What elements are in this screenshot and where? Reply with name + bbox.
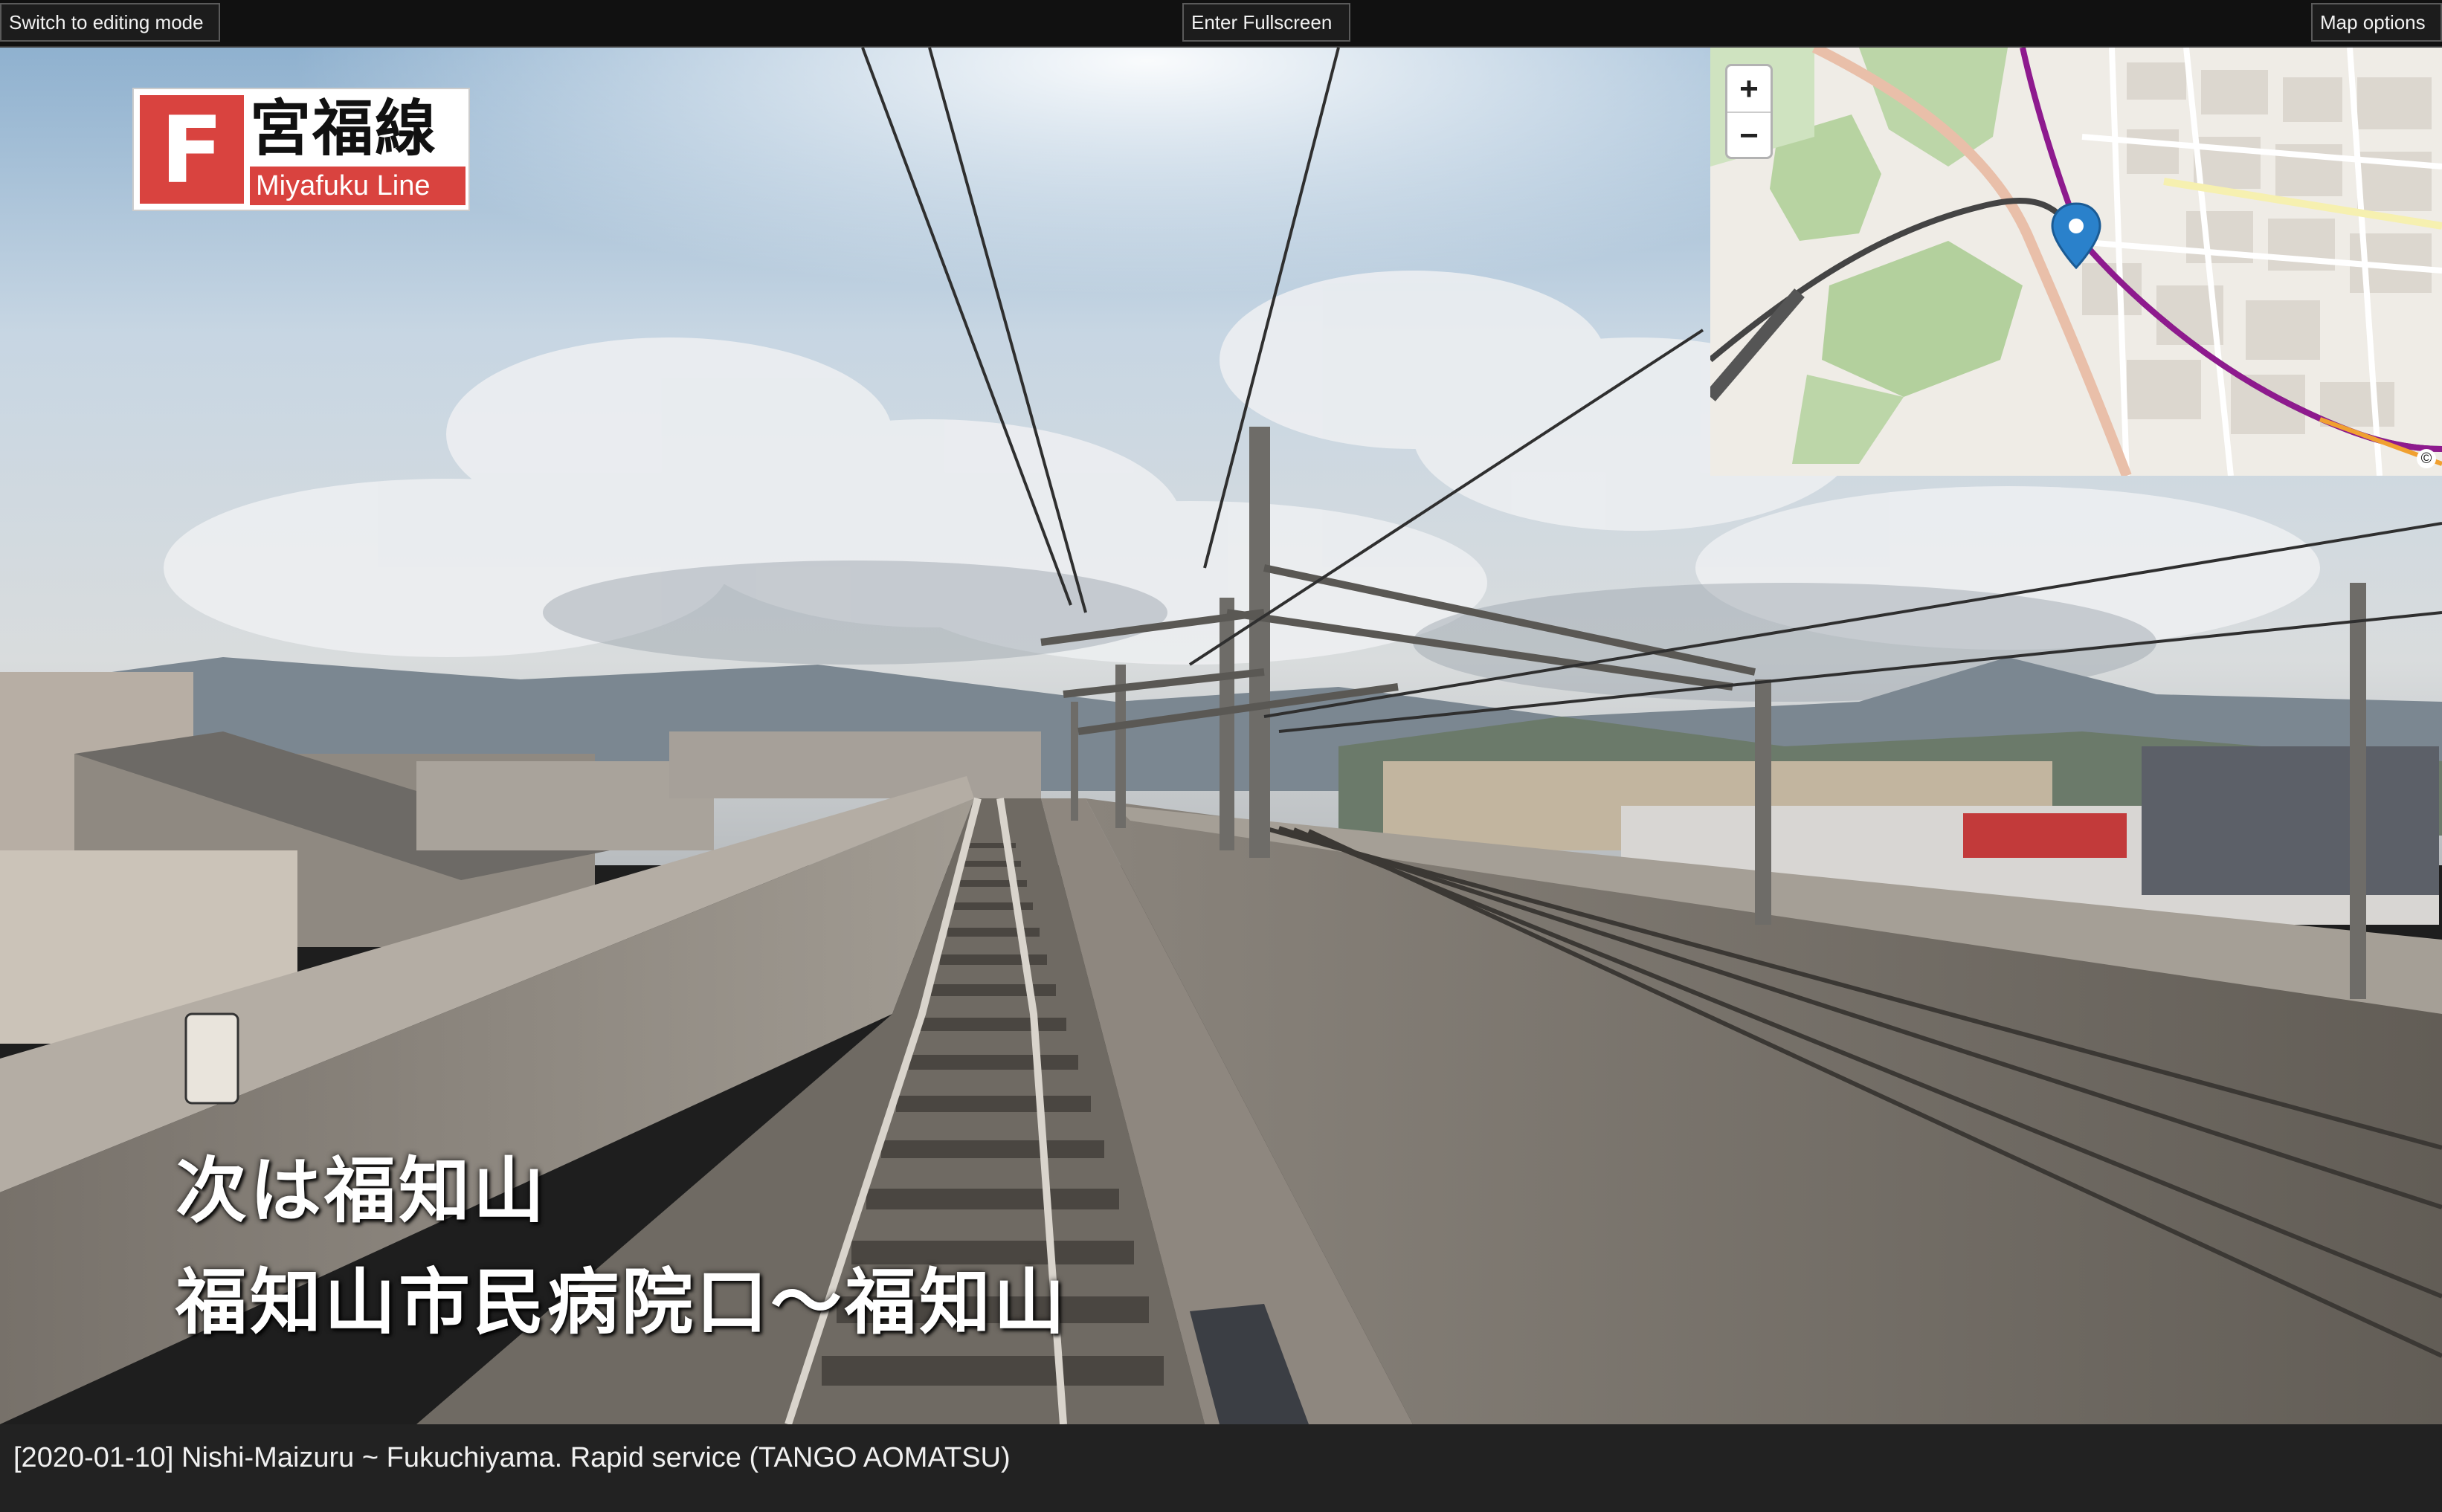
section-caption: 福知山市民病院口〜福知山	[175, 1261, 1068, 1344]
top-toolbar: Switch to editing mode Enter Fullscreen …	[0, 0, 2442, 48]
map-zoom-control: + −	[1725, 64, 1773, 159]
line-name-english: Miyafuku Line	[256, 170, 431, 201]
switch-editing-mode-button[interactable]: Switch to editing mode	[0, 3, 220, 42]
map-options-button[interactable]: Map options	[2311, 3, 2442, 42]
line-name-japanese: 宮福線	[250, 94, 438, 164]
enter-fullscreen-button[interactable]: Enter Fullscreen	[1182, 3, 1350, 42]
zoom-in-button[interactable]: +	[1727, 66, 1771, 113]
attribution-icon[interactable]: ©	[2417, 449, 2436, 468]
line-name-english-bar: Miyafuku Line	[250, 167, 465, 205]
line-logo: F 宮福線 Miyafuku Line	[132, 88, 470, 211]
bottom-status-bar: [2020-01-10] Nishi-Maizuru ~ Fukuchiyama…	[0, 1424, 2442, 1512]
zoom-out-button[interactable]: −	[1727, 113, 1771, 157]
mini-map[interactable]: + − ©	[1710, 48, 2442, 476]
line-letter-badge: F	[140, 95, 244, 204]
next-station-caption: 次は福知山	[175, 1149, 547, 1232]
video-title: [2020-01-10] Nishi-Maizuru ~ Fukuchiyama…	[13, 1442, 1011, 1473]
map-tiles	[1710, 48, 2442, 476]
